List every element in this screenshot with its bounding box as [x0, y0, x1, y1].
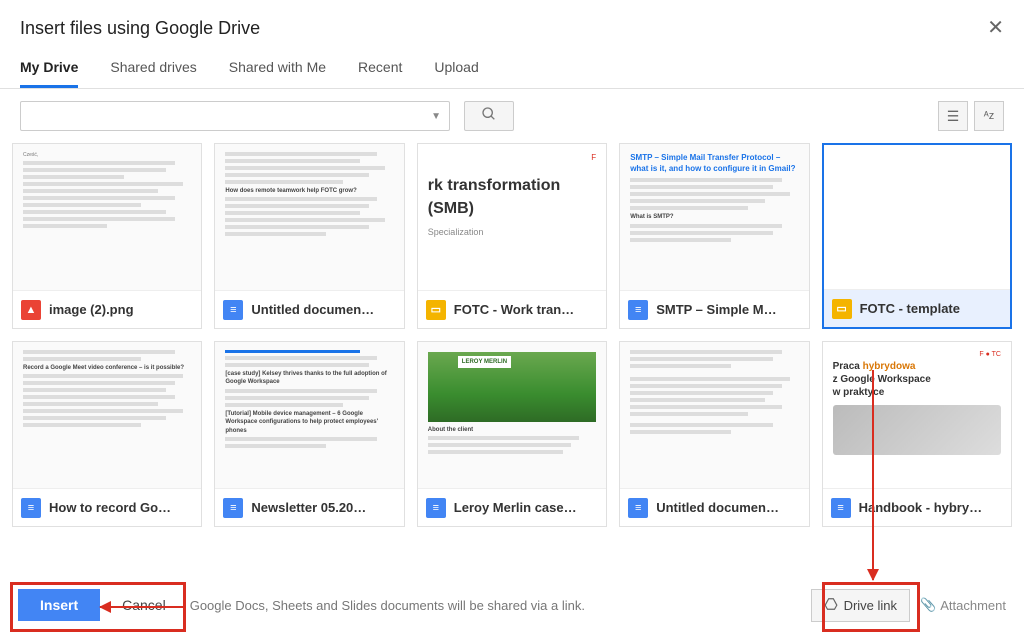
file-thumbnail: SMTP – Simple Mail Transfer Protocol – w… [620, 144, 808, 290]
search-button[interactable] [464, 101, 514, 131]
file-thumbnail: Cześć, [13, 144, 201, 290]
docs-icon: ≡ [223, 498, 243, 518]
sort-button[interactable]: ᴬz [974, 101, 1004, 131]
file-title: FOTC - Work tran… [454, 302, 574, 317]
file-thumbnail: Record a Google Meet video conference – … [13, 342, 201, 488]
share-note: Google Docs, Sheets and Slides documents… [190, 598, 585, 613]
file-card-selected[interactable]: ▭ FOTC - template [822, 143, 1012, 329]
chevron-down-icon: ▼ [431, 111, 441, 122]
attachment-button[interactable]: 📎 Attachment [920, 597, 1006, 613]
list-icon: ☰ [947, 108, 960, 125]
file-card[interactable]: F rk transformation (SMB) Specialization… [417, 143, 607, 329]
close-icon[interactable]: ✕ [987, 18, 1004, 38]
file-title: SMTP – Simple M… [656, 302, 776, 317]
file-card[interactable]: ≡ Untitled documen… [619, 341, 809, 527]
toolbar: ▼ ☰ ᴬz [0, 89, 1024, 143]
drive-icon [824, 597, 838, 614]
file-card[interactable]: SMTP – Simple Mail Transfer Protocol – w… [619, 143, 809, 329]
slides-icon: ▭ [426, 300, 446, 320]
file-thumbnail [620, 342, 808, 488]
file-thumbnail: [case study] Kelsey thrives thanks to th… [215, 342, 403, 488]
tab-my-drive[interactable]: My Drive [20, 59, 78, 88]
drive-link-button[interactable]: Drive link [811, 589, 910, 622]
tab-shared-with-me[interactable]: Shared with Me [229, 59, 326, 88]
insert-button[interactable]: Insert [18, 589, 100, 621]
tab-upload[interactable]: Upload [434, 59, 478, 88]
file-title: FOTC - template [860, 301, 960, 316]
search-icon [481, 106, 497, 127]
slides-icon: ▭ [832, 299, 852, 319]
docs-icon: ≡ [426, 498, 446, 518]
file-grid: Cześć, ▲ image (2).png How does remote t… [12, 143, 1012, 527]
list-view-button[interactable]: ☰ [938, 101, 968, 131]
paperclip-icon: 📎 [920, 597, 936, 613]
file-title: Leroy Merlin case… [454, 500, 577, 515]
file-thumbnail: F rk transformation (SMB) Specialization [418, 144, 606, 290]
docs-icon: ≡ [21, 498, 41, 518]
file-thumbnail: How does remote teamwork help FOTC grow? [215, 144, 403, 290]
tabs: My Drive Shared drives Shared with Me Re… [0, 39, 1024, 89]
file-thumbnail: About the client [418, 342, 606, 488]
file-title: image (2).png [49, 302, 134, 317]
file-title: How to record Go… [49, 500, 171, 515]
bottom-bar: Insert Cancel Google Docs, Sheets and Sl… [0, 582, 1024, 628]
sort-icon: ᴬz [984, 110, 994, 122]
file-card[interactable]: F ● TC Praca hybrydowa z Google Workspac… [822, 341, 1012, 527]
dialog-title: Insert files using Google Drive [20, 18, 260, 39]
file-title: Handbook - hybry… [859, 500, 983, 515]
docs-icon: ≡ [628, 300, 648, 320]
docs-icon: ≡ [223, 300, 243, 320]
tab-recent[interactable]: Recent [358, 59, 402, 88]
file-card[interactable]: [case study] Kelsey thrives thanks to th… [214, 341, 404, 527]
file-title: Untitled documen… [251, 302, 374, 317]
file-card[interactable]: Cześć, ▲ image (2).png [12, 143, 202, 329]
docs-icon: ≡ [831, 498, 851, 518]
image-icon: ▲ [21, 300, 41, 320]
file-thumbnail: F ● TC Praca hybrydowa z Google Workspac… [823, 342, 1011, 488]
search-dropdown[interactable]: ▼ [20, 101, 450, 131]
file-card[interactable]: Record a Google Meet video conference – … [12, 341, 202, 527]
file-title: Untitled documen… [656, 500, 779, 515]
docs-icon: ≡ [628, 498, 648, 518]
cancel-button[interactable]: Cancel [122, 597, 166, 613]
tab-shared-drives[interactable]: Shared drives [110, 59, 196, 88]
file-card[interactable]: How does remote teamwork help FOTC grow?… [214, 143, 404, 329]
file-title: Newsletter 05.20… [251, 500, 366, 515]
file-card[interactable]: About the client ≡ Leroy Merlin case… [417, 341, 607, 527]
file-thumbnail [824, 145, 1010, 289]
